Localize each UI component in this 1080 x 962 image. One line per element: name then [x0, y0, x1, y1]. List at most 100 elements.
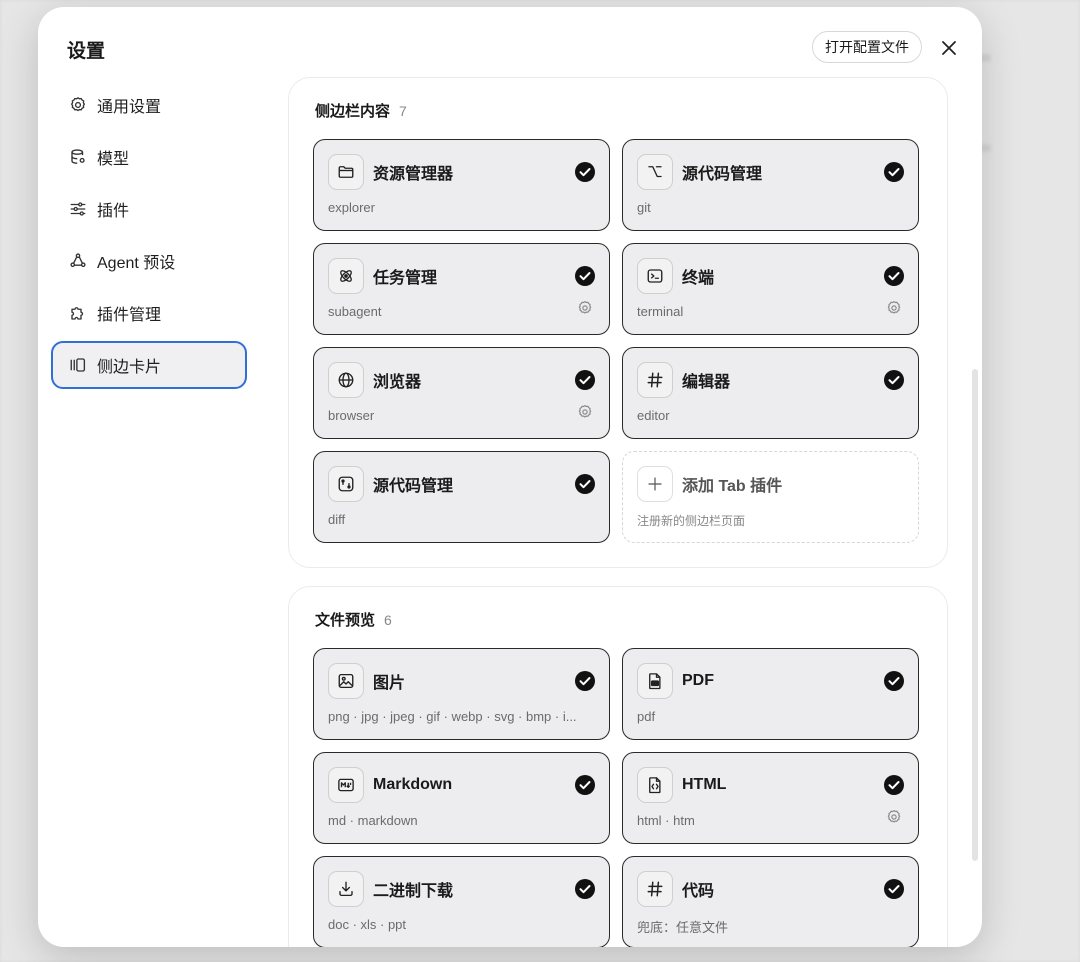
section-title: 文件预览	[315, 612, 376, 629]
card-subtitle: git	[637, 200, 651, 215]
settings-content: 侧边栏内容 7 资源管理器 explorer 源代码管理 git 任务管理 subagen…	[288, 77, 948, 947]
card-label: 二进制下载	[373, 883, 454, 900]
section-count: 6	[384, 612, 392, 628]
card-subtitle: subagent	[328, 304, 382, 319]
recycle-icon	[68, 251, 88, 271]
card-label: 资源管理器	[373, 166, 454, 183]
nav-item-label: 模型	[97, 151, 130, 168]
plugin-card[interactable]: 浏览器 browser	[313, 347, 610, 439]
gear-icon[interactable]	[577, 300, 593, 316]
card-label: Markdown	[373, 776, 453, 793]
plugin-card[interactable]: PDF pdf	[622, 648, 919, 740]
diff-icon	[328, 466, 364, 502]
puzzle-icon	[68, 303, 88, 323]
file-preview-section: 文件预览 6 图片 png · jpg · jpeg · gif · webp ·…	[288, 586, 948, 947]
plugin-card[interactable]: 编辑器 editor	[622, 347, 919, 439]
card-label: 源代码管理	[373, 478, 454, 495]
gear-icon[interactable]	[577, 404, 593, 420]
plugin-card[interactable]: HTML html · htm	[622, 752, 919, 844]
scrollbar[interactable]	[972, 369, 978, 861]
nav-item-0[interactable]: 通用设置	[51, 81, 247, 129]
plugin-card[interactable]: 任务管理 subagent	[313, 243, 610, 335]
check-circle-icon[interactable]	[575, 474, 595, 494]
sidebar-card-grid: 资源管理器 explorer 源代码管理 git 任务管理 subagent 终端 termi…	[313, 139, 923, 543]
plugin-card[interactable]: 源代码管理 git	[622, 139, 919, 231]
close-button[interactable]	[936, 35, 962, 61]
folder-icon	[328, 154, 364, 190]
check-circle-icon[interactable]	[884, 266, 904, 286]
card-subtitle: 注册新的侧边栏页面	[637, 514, 746, 528]
download-icon	[328, 871, 364, 907]
check-circle-icon[interactable]	[575, 162, 595, 182]
card-label: 终端	[682, 270, 715, 287]
check-circle-icon[interactable]	[575, 266, 595, 286]
card-subtitle: doc · xls · ppt	[328, 917, 407, 932]
card-subtitle: editor	[637, 408, 670, 423]
open-config-button[interactable]: 打开配置文件	[812, 31, 922, 63]
nav-item-label: 插件	[97, 203, 130, 220]
nav-item-2[interactable]: 插件	[51, 185, 247, 233]
hash-icon	[637, 871, 673, 907]
terminal-icon	[637, 258, 673, 294]
check-circle-icon[interactable]	[575, 370, 595, 390]
card-subtitle: png · jpg · jpeg · gif · webp · svg · bm…	[328, 709, 577, 724]
section-count: 7	[399, 103, 407, 119]
card-label: 代码	[682, 883, 715, 900]
card-subtitle: pdf	[637, 709, 656, 724]
nav-item-label: 侧边卡片	[97, 359, 162, 376]
sidebar-content-section: 侧边栏内容 7 资源管理器 explorer 源代码管理 git 任务管理 subagen…	[288, 77, 948, 568]
close-icon	[942, 41, 956, 55]
card-subtitle: explorer	[328, 200, 375, 215]
settings-modal: 设置 打开配置文件 通用设置模型插件 Agent 预设 插件管理侧边卡片 侧边栏内容…	[38, 7, 982, 947]
card-subtitle: browser	[328, 408, 375, 423]
nav-item-5[interactable]: 侧边卡片	[51, 341, 247, 389]
nav-item-label: 插件管理	[97, 307, 162, 324]
card-label: 添加 Tab 插件	[682, 478, 783, 495]
add-tab-plugin-card[interactable]: 添加 Tab 插件注册新的侧边栏页面	[622, 451, 919, 543]
nav-item-label: 通用设置	[97, 99, 162, 116]
gear-icon[interactable]	[886, 809, 902, 825]
atom-icon	[328, 258, 364, 294]
pdf-file-icon	[637, 663, 673, 699]
check-circle-icon[interactable]	[575, 671, 595, 691]
card-label: PDF	[682, 672, 714, 689]
nav-item-4[interactable]: 插件管理	[51, 289, 247, 337]
plugin-card[interactable]: 代码 兜底：任意文件	[622, 856, 919, 947]
check-circle-icon[interactable]	[884, 370, 904, 390]
card-label: 编辑器	[682, 374, 731, 391]
settings-nav: 通用设置模型插件 Agent 预设 插件管理侧边卡片	[51, 81, 247, 393]
card-subtitle: md · markdown	[328, 813, 418, 828]
plugin-card[interactable]: 图片 png · jpg · jpeg · gif · webp · svg · …	[313, 648, 610, 740]
check-circle-icon[interactable]	[884, 775, 904, 795]
check-circle-icon[interactable]	[575, 775, 595, 795]
modal-title: 设置	[67, 41, 106, 62]
plugin-card[interactable]: 终端 terminal	[622, 243, 919, 335]
plugin-card[interactable]: 源代码管理 diff	[313, 451, 610, 543]
gear-icon	[68, 95, 88, 115]
nav-item-1[interactable]: 模型	[51, 133, 247, 181]
html-file-icon	[637, 767, 673, 803]
markdown-icon	[328, 767, 364, 803]
gear-icon[interactable]	[886, 300, 902, 316]
check-circle-icon[interactable]	[575, 879, 595, 899]
nav-item-3[interactable]: Agent 预设	[51, 237, 247, 285]
card-label: 任务管理	[373, 270, 438, 287]
globe-icon	[328, 362, 364, 398]
plus-icon	[637, 466, 673, 502]
check-circle-icon[interactable]	[884, 671, 904, 691]
plugin-card[interactable]: 资源管理器 explorer	[313, 139, 610, 231]
plugin-card[interactable]: Markdown md · markdown	[313, 752, 610, 844]
sliders-icon	[68, 199, 88, 219]
check-circle-icon[interactable]	[884, 879, 904, 899]
plugin-card[interactable]: 二进制下载 doc · xls · ppt	[313, 856, 610, 947]
side-cards-icon	[68, 355, 88, 375]
check-circle-icon[interactable]	[884, 162, 904, 182]
nav-item-label: Agent 预设	[97, 255, 176, 272]
card-label: 源代码管理	[682, 166, 763, 183]
section-title: 侧边栏内容	[315, 103, 391, 120]
card-label: HTML	[682, 776, 727, 793]
card-subtitle: diff	[328, 512, 346, 527]
card-label: 图片	[373, 675, 406, 692]
hash-icon	[637, 362, 673, 398]
git-branch-icon	[637, 154, 673, 190]
